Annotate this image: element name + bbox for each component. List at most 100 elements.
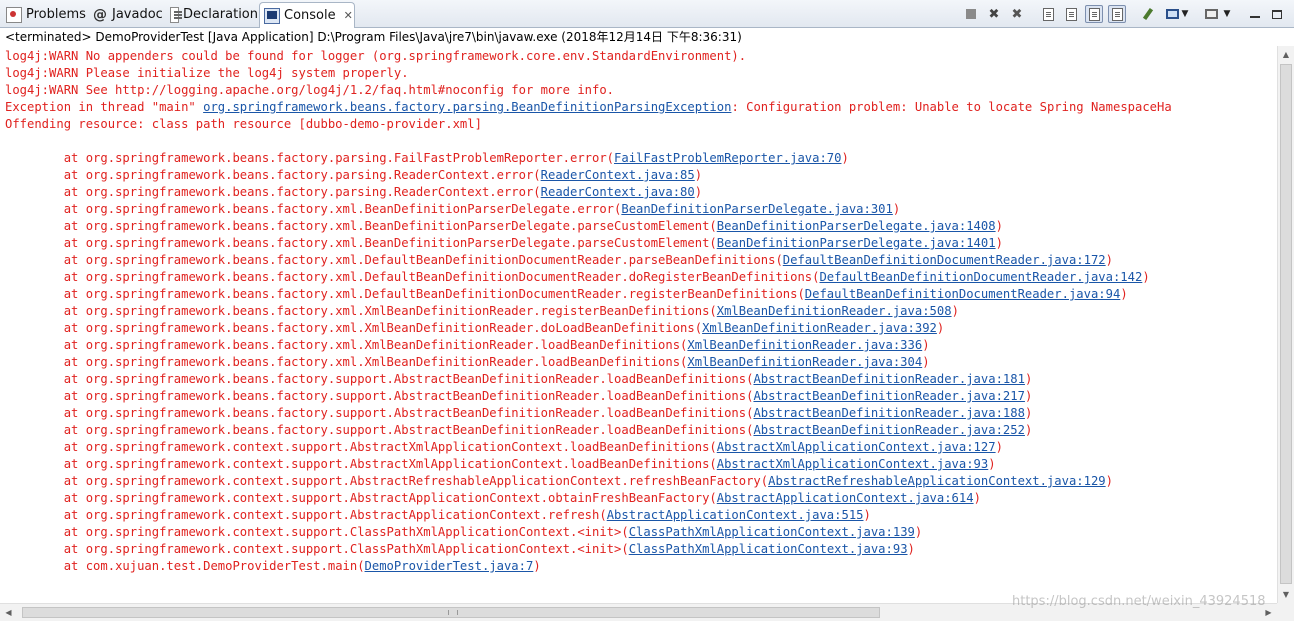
stack-trace-link[interactable]: DefaultBeanDefinitionDocumentReader.java… <box>805 287 1121 301</box>
console-line: at org.springframework.context.support.A… <box>5 456 996 473</box>
word-wrap-icon[interactable] <box>1085 5 1103 23</box>
pin-console-icon[interactable] <box>1139 5 1157 23</box>
console-line-text: at org.springframework.context.support.A… <box>5 508 607 522</box>
console-line: at org.springframework.beans.factory.xml… <box>5 354 930 371</box>
stack-trace-link[interactable]: AbstractRefreshableApplicationContext.ja… <box>768 474 1106 488</box>
horizontal-scroll-thumb[interactable] <box>22 607 880 618</box>
console-line-text: at org.springframework.context.support.C… <box>5 525 629 539</box>
stack-trace-link[interactable]: BeanDefinitionParserDelegate.java:1401 <box>717 236 996 250</box>
stack-trace-link[interactable]: AbstractBeanDefinitionReader.java:181 <box>753 372 1025 386</box>
stack-trace-link[interactable]: DefaultBeanDefinitionDocumentReader.java… <box>819 270 1142 284</box>
stack-trace-link[interactable]: AbstractBeanDefinitionReader.java:252 <box>753 423 1025 437</box>
console-line-text: log4j:WARN Please initialize the log4j s… <box>5 66 409 80</box>
stack-trace-link[interactable]: AbstractBeanDefinitionReader.java:188 <box>753 406 1025 420</box>
console-line: at org.springframework.beans.factory.xml… <box>5 235 1003 252</box>
console-line-text: at org.springframework.beans.factory.xml… <box>5 270 820 284</box>
console-line: at org.springframework.context.support.A… <box>5 473 1113 490</box>
stack-trace-link[interactable]: ReaderContext.java:80 <box>541 185 695 199</box>
open-console-icon[interactable] <box>1202 5 1220 23</box>
maximize-icon[interactable] <box>1268 5 1286 23</box>
stack-trace-link[interactable]: AbstractBeanDefinitionReader.java:217 <box>753 389 1025 403</box>
console-line: at org.springframework.beans.factory.xml… <box>5 269 1150 286</box>
display-console-icon[interactable] <box>1163 5 1181 23</box>
tab-problems[interactable]: Problems <box>2 2 88 27</box>
stack-trace-link[interactable]: ClassPathXmlApplicationContext.java:139 <box>629 525 915 539</box>
stack-trace-link[interactable]: XmlBeanDefinitionReader.java:336 <box>687 338 922 352</box>
console-line: at org.springframework.context.support.C… <box>5 524 923 541</box>
clear-console-icon[interactable] <box>1039 5 1057 23</box>
stack-trace-link[interactable]: DefaultBeanDefinitionDocumentReader.java… <box>783 253 1106 267</box>
console-line: log4j:WARN No appenders could be found f… <box>5 48 746 65</box>
display-console-dropdown-icon[interactable]: ▼ <box>1180 5 1190 23</box>
console-line-suffix: ) <box>1142 270 1150 284</box>
vertical-scroll-thumb[interactable] <box>1280 64 1292 584</box>
terminate-icon[interactable] <box>962 5 980 23</box>
stack-trace-link[interactable]: DemoProviderTest.java:7 <box>365 559 534 573</box>
tab-declaration[interactable]: Declaration <box>166 2 258 27</box>
remove-launch-icon[interactable]: ✖ <box>985 5 1003 23</box>
open-console-dropdown-icon[interactable]: ▼ <box>1222 5 1232 23</box>
tab-console[interactable]: Console ✕ <box>259 2 355 28</box>
tab-javadoc[interactable]: @ Javadoc <box>88 2 166 27</box>
console-line: at org.springframework.beans.factory.par… <box>5 167 702 184</box>
stack-trace-link[interactable]: XmlBeanDefinitionReader.java:304 <box>687 355 922 369</box>
console-line-text: at org.springframework.beans.factory.sup… <box>5 389 754 403</box>
console-line-suffix: ) <box>1024 372 1033 386</box>
console-line-text: at org.springframework.beans.factory.sup… <box>5 406 754 420</box>
javadoc-icon: @ <box>93 6 107 23</box>
console-line: at org.springframework.beans.factory.par… <box>5 184 702 201</box>
stack-trace-link[interactable]: AbstractXmlApplicationContext.java:127 <box>717 440 996 454</box>
show-on-stdout-icon[interactable] <box>1108 5 1126 23</box>
console-line-text: at org.springframework.beans.factory.xml… <box>5 202 622 216</box>
console-line-suffix: ) <box>995 440 1003 454</box>
console-line-text: at org.springframework.beans.factory.xml… <box>5 304 717 318</box>
console-line-suffix: ) <box>988 457 996 471</box>
console-line: Offending resource: class path resource … <box>5 116 482 133</box>
console-line-text: at org.springframework.context.support.A… <box>5 457 717 471</box>
minimize-icon[interactable] <box>1246 5 1264 23</box>
stack-trace-link[interactable]: BeanDefinitionParserDelegate.java:1408 <box>717 219 996 233</box>
stack-trace-link[interactable]: org.springframework.beans.factory.parsin… <box>203 100 731 114</box>
stack-trace-link[interactable]: XmlBeanDefinitionReader.java:508 <box>717 304 952 318</box>
console-line: at org.springframework.context.support.A… <box>5 439 1003 456</box>
console-line-text: at org.springframework.context.support.C… <box>5 542 629 556</box>
console-output[interactable]: log4j:WARN No appenders could be found f… <box>0 46 1277 603</box>
console-line: at org.springframework.beans.factory.sup… <box>5 422 1033 439</box>
console-icon <box>264 7 280 24</box>
stack-trace-link[interactable]: BeanDefinitionParserDelegate.java:301 <box>621 202 893 216</box>
console-line-suffix: ) <box>922 355 930 369</box>
console-line-text: at org.springframework.beans.factory.par… <box>5 168 541 182</box>
scroll-left-icon[interactable]: ◀ <box>0 604 17 621</box>
console-line-text: at org.springframework.context.support.A… <box>5 440 717 454</box>
console-line-suffix: ) <box>914 525 923 539</box>
console-line-text: log4j:WARN No appenders could be found f… <box>5 49 747 63</box>
console-line: at org.springframework.beans.factory.xml… <box>5 303 959 320</box>
stack-trace-link[interactable]: AbstractApplicationContext.java:614 <box>717 491 974 505</box>
console-line-text: at org.springframework.context.support.A… <box>5 491 717 505</box>
view-tab-bar: Problems @ Javadoc Declaration Console ✕… <box>0 0 1294 28</box>
console-line: at com.xujuan.test.DemoProviderTest.main… <box>5 558 541 575</box>
remove-all-terminated-icon[interactable]: ✖ <box>1008 5 1026 23</box>
console-line: log4j:WARN Please initialize the log4j s… <box>5 65 409 82</box>
console-line-suffix: ) <box>936 321 945 335</box>
console-line-suffix: ) <box>995 219 1003 233</box>
vertical-scrollbar[interactable]: ▲ ▼ <box>1277 46 1294 603</box>
console-line-text: at org.springframework.context.support.A… <box>5 474 769 488</box>
scroll-down-icon[interactable]: ▼ <box>1278 586 1294 603</box>
console-line: at org.springframework.beans.factory.xml… <box>5 337 930 354</box>
stack-trace-link[interactable]: FailFastProblemReporter.java:70 <box>614 151 841 165</box>
console-line-suffix: ) <box>892 202 901 216</box>
scroll-lock-icon[interactable] <box>1062 5 1080 23</box>
console-line-text: at com.xujuan.test.DemoProviderTest.main… <box>5 559 365 573</box>
stack-trace-link[interactable]: ClassPathXmlApplicationContext.java:93 <box>629 542 908 556</box>
stack-trace-link[interactable]: AbstractXmlApplicationContext.java:93 <box>717 457 989 471</box>
stack-trace-link[interactable]: ReaderContext.java:85 <box>541 168 695 182</box>
close-icon[interactable]: ✕ <box>344 9 353 22</box>
console-line-text: at org.springframework.beans.factory.par… <box>5 151 615 165</box>
scroll-up-icon[interactable]: ▲ <box>1278 46 1294 63</box>
stack-trace-link[interactable]: XmlBeanDefinitionReader.java:392 <box>702 321 937 335</box>
console-line-text: log4j:WARN See http://logging.apache.org… <box>5 83 615 97</box>
console-line: at org.springframework.beans.factory.sup… <box>5 371 1033 388</box>
console-line-suffix: ) <box>1024 423 1033 437</box>
stack-trace-link[interactable]: AbstractApplicationContext.java:515 <box>607 508 864 522</box>
